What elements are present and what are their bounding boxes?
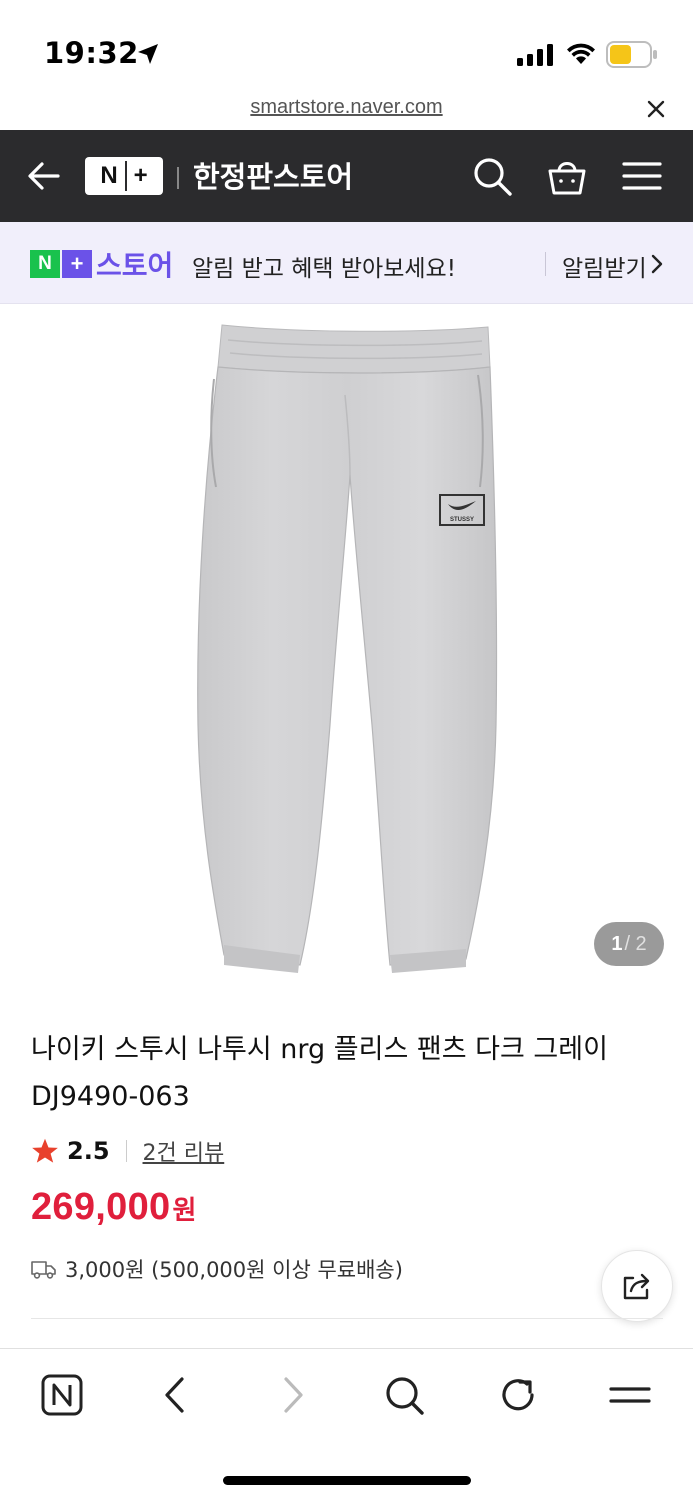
store-title[interactable]: 한정판스토어 (193, 154, 353, 196)
location-arrow-icon (138, 44, 158, 64)
nplus-logo[interactable]: N + (85, 157, 163, 195)
review-count-link[interactable]: 2건 리뷰 (143, 1135, 225, 1167)
battery-icon (606, 41, 657, 68)
logo-plus: + (133, 162, 148, 189)
product-price: 269,000 (31, 1186, 171, 1228)
naver-home-icon[interactable] (38, 1371, 86, 1419)
header-divider (177, 167, 179, 189)
shopping-bag-icon[interactable] (545, 154, 589, 198)
nplus-store-badge: N + (30, 250, 92, 278)
back-arrow-icon[interactable] (24, 156, 64, 196)
menu-icon[interactable] (620, 154, 664, 198)
cellular-signal-icon (517, 44, 553, 66)
shipping-text: 3,000원 (500,000원 이상 무료배송) (65, 1258, 403, 1282)
refresh-icon[interactable] (494, 1371, 542, 1419)
banner-message: 알림 받고 혜택 받아보세요! (192, 256, 456, 282)
store-word: 스토어 (96, 249, 174, 282)
rating-separator (125, 1140, 127, 1162)
subscribe-alert-button[interactable]: 알림받기 (562, 249, 647, 283)
banner-divider (545, 252, 546, 276)
url-text[interactable]: smartstore.naver.com (0, 96, 693, 119)
browser-url-bar: smartstore.naver.com (0, 92, 693, 130)
star-icon (32, 1138, 58, 1163)
product-image[interactable]: STUSSY (0, 305, 693, 995)
price-unit: 원 (172, 1196, 197, 1226)
chevron-right-icon[interactable] (268, 1371, 316, 1419)
status-bar: 19:32 (0, 0, 693, 92)
rating-value: 2.5 (67, 1137, 110, 1165)
browser-toolbar (0, 1348, 693, 1500)
badge-plus: + (62, 250, 92, 278)
brand-logo-text: STUSSY (450, 517, 474, 523)
image-pager: 1 / 2 (594, 922, 664, 966)
share-icon (623, 1273, 650, 1300)
logo-n: N (100, 162, 118, 189)
search-icon[interactable] (470, 154, 514, 198)
wifi-icon (567, 43, 595, 64)
shipping-info: 3,000원 (500,000원 이상 무료배송) (31, 1254, 403, 1284)
status-time: 19:32 (44, 36, 139, 70)
menu-icon[interactable] (606, 1371, 654, 1419)
rating-row: 2.5 2건 리뷰 (31, 1134, 224, 1168)
search-icon[interactable] (380, 1371, 428, 1419)
logo-separator (124, 161, 127, 191)
chevron-left-icon[interactable] (152, 1371, 200, 1419)
store-header: N + 한정판스토어 (0, 130, 693, 222)
delivery-truck-icon (31, 1261, 56, 1279)
chevron-right-icon[interactable] (648, 252, 666, 276)
badge-n: N (30, 250, 60, 278)
home-indicator (223, 1476, 471, 1485)
sweatpants-illustration: STUSSY (197, 324, 498, 973)
product-title: 나이키 스투시 나투시 nrg 플리스 팬츠 다크 그레이 DJ9490-063 (31, 1034, 608, 1112)
section-divider (31, 1318, 663, 1319)
share-button[interactable] (601, 1250, 673, 1322)
close-icon[interactable] (643, 96, 669, 122)
price-row: 269,000 원 (31, 1186, 196, 1229)
pager-current: 1 (611, 932, 623, 955)
pager-total: / 2 (624, 932, 647, 955)
notification-banner[interactable]: N + 스토어 알림 받고 혜택 받아보세요! 알림받기 (0, 222, 693, 304)
